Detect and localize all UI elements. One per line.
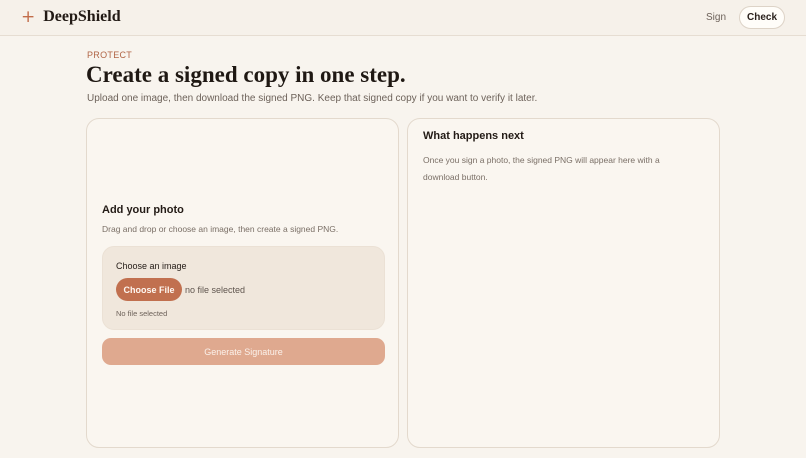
file-status-inline: no file selected xyxy=(185,284,246,295)
top-header: + DeepShield Sign Check xyxy=(0,0,806,36)
file-input-label: Choose an image xyxy=(116,261,187,271)
upload-card-title: Add your photo xyxy=(102,204,184,216)
plus-icon: + xyxy=(21,6,36,27)
file-input[interactable]: Choose File no file selected xyxy=(116,278,245,301)
brand-name: DeepShield xyxy=(43,8,121,25)
upload-card-description: Drag and drop or choose an image, then c… xyxy=(102,224,339,234)
generate-signature-button[interactable]: Generate Signature xyxy=(102,338,385,365)
page-subtitle: Upload one image, then download the sign… xyxy=(87,93,538,104)
next-steps-card: What happens next Once you sign a photo,… xyxy=(407,118,720,448)
next-steps-description: Once you sign a photo, the signed PNG wi… xyxy=(423,155,660,182)
section-eyebrow: PROTECT xyxy=(87,50,133,60)
upload-card[interactable]: Add your photo Drag and drop or choose a… xyxy=(86,118,399,448)
next-steps-title: What happens next xyxy=(423,130,524,142)
nav-check-button[interactable]: Check xyxy=(739,6,785,29)
brand[interactable]: + DeepShield xyxy=(21,8,121,26)
file-status-note: No file selected xyxy=(116,309,168,318)
file-drop-zone[interactable]: Choose an image Choose File no file sele… xyxy=(102,246,385,330)
choose-file-button[interactable]: Choose File xyxy=(116,278,182,301)
nav-sign-link[interactable]: Sign xyxy=(706,12,726,23)
page-title: Create a signed copy in one step. xyxy=(86,62,406,87)
